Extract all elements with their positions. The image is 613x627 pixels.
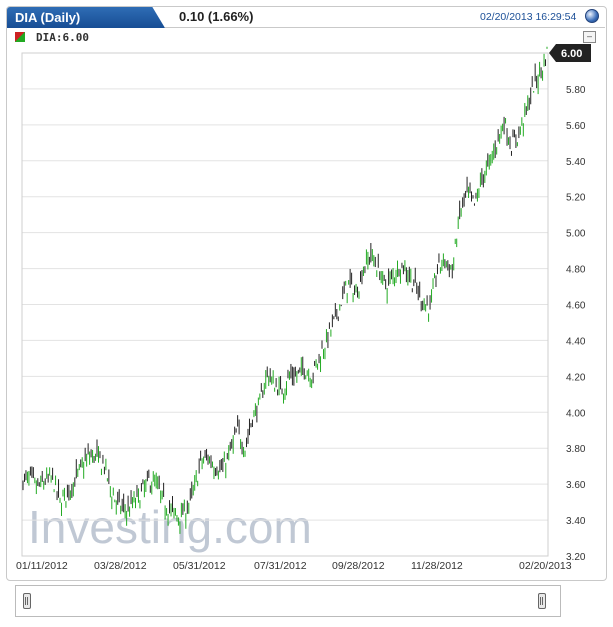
last-value-label: 6.00: [561, 48, 582, 60]
x-tick-label: 03/28/2012: [94, 560, 147, 572]
range-end-handle[interactable]: [538, 593, 546, 609]
y-tick-label: 5.20: [566, 193, 586, 204]
y-tick-label: 4.60: [566, 301, 586, 312]
y-tick-label: 4.00: [566, 408, 586, 419]
range-start-handle[interactable]: [23, 593, 31, 609]
y-tick-label: 3.80: [566, 444, 586, 455]
y-tick-label: 5.80: [566, 85, 586, 96]
y-tick-label: 3.40: [566, 516, 586, 527]
x-tick-label: 09/28/2012: [332, 560, 385, 572]
x-tick-label: 02/20/2013: [519, 560, 572, 572]
range-navigator[interactable]: [15, 585, 561, 617]
y-tick-label: 4.20: [566, 372, 586, 383]
price-chart[interactable]: Investing.com 3.203.403.603.804.004.204.…: [0, 0, 613, 627]
y-tick-label: 5.40: [566, 157, 586, 168]
x-tick-label: 01/11/2012: [16, 560, 68, 572]
y-tick-label: 3.60: [566, 480, 586, 491]
y-tick-label: 5.60: [566, 121, 586, 132]
x-tick-label: 11/28/2012: [411, 560, 463, 572]
x-tick-label: 07/31/2012: [254, 560, 307, 572]
y-tick-label: 5.00: [566, 229, 586, 240]
y-tick-label: 4.80: [566, 265, 586, 276]
x-tick-label: 05/31/2012: [173, 560, 226, 572]
y-tick-label: 4.40: [566, 336, 586, 347]
